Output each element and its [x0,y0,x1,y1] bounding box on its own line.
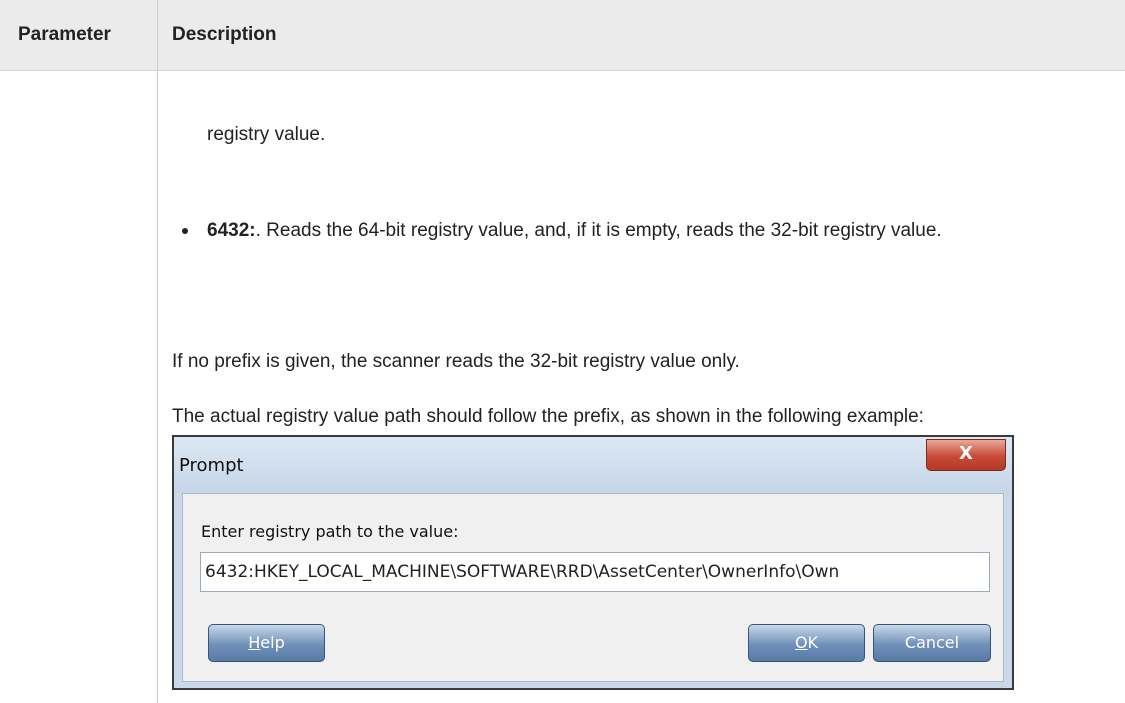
dialog-title: Prompt [179,455,244,476]
prompt-label: Enter registry path to the value: [201,522,459,541]
help-label-rest: elp [260,633,285,652]
dialog-titlebar: Prompt X [174,437,1012,493]
bullet-icon [182,228,188,234]
ok-accelerator: O [794,633,808,652]
bullet-text: . Reads the 64-bit registry value, and, … [255,220,942,241]
prompt-dialog-screenshot: Prompt X Enter registry path to the valu… [172,435,1014,690]
list-item: 6432:. Reads the 64-bit registry value, … [182,214,1047,247]
ok-button[interactable]: OK [748,624,865,662]
column-divider [157,70,158,703]
prefix-label: 6432: [207,220,256,241]
paragraph: The actual registry value path should fo… [172,406,924,427]
dialog-body: Enter registry path to the value: 6432:H… [182,493,1004,682]
registry-path-input[interactable]: 6432:HKEY_LOCAL_MACHINE\SOFTWARE\RRD\Ass… [200,552,990,592]
parameter-table: Parameter Description registry value. 64… [0,0,1125,703]
ok-label-rest: K [807,633,819,652]
paragraph: If no prefix is given, the scanner reads… [172,351,740,372]
close-button[interactable]: X [926,439,1006,471]
close-icon: X [959,443,973,464]
table-header-row: Parameter Description [0,0,1125,71]
help-accelerator: H [248,633,261,652]
help-button[interactable]: Help [208,624,325,662]
continued-text: registry value. [207,124,326,145]
description-column-header: Description [172,24,277,45]
parameter-column-header: Parameter [18,24,111,45]
cancel-button[interactable]: Cancel [873,624,991,662]
column-divider [157,0,158,70]
